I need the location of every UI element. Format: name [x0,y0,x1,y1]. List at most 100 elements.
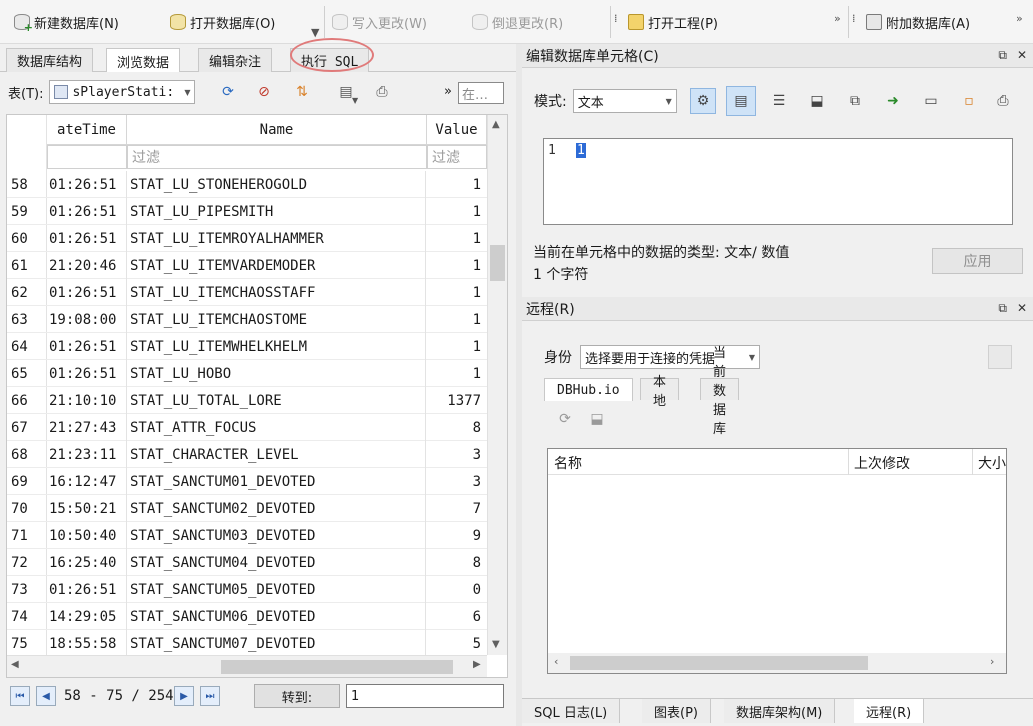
table-row[interactable]: 75 18:55:58 STAT_SANCTUM07_DEVOTED 5 [7,630,487,657]
cell-value[interactable]: 8 [427,414,485,441]
cell-name[interactable]: STAT_SANCTUM07_DEVOTED [128,630,426,657]
export-icon[interactable]: ➜ [878,86,908,116]
cell-value[interactable]: 3 [427,468,485,495]
scroll-down-icon[interactable]: ▼ [492,639,500,650]
import-icon[interactable]: ⬓ [802,86,832,116]
table-row[interactable]: 64 01:26:51 STAT_LU_ITEMWHELKHELM 1 [7,333,487,360]
tab-edit-pragmas[interactable]: 编辑杂注 [198,48,273,72]
cell-datetime[interactable]: 21:27:43 [49,414,127,441]
cell-value[interactable]: 1 [427,252,485,279]
cell-name[interactable]: STAT_LU_ITEMWHELKHELM [128,333,426,360]
table-row[interactable]: 68 21:23:11 STAT_CHARACTER_LEVEL 3 [7,441,487,468]
open-database-dropdown-icon[interactable]: ▼ [311,26,319,39]
cell-value[interactable]: 1 [427,333,485,360]
cell-datetime[interactable]: 14:29:05 [49,603,127,630]
horizontal-scrollbar[interactable]: ◀ ▶ [7,655,487,677]
cell-datetime[interactable]: 16:12:47 [49,468,127,495]
push-database-icon[interactable]: ⬓ [588,410,606,428]
refresh-icon[interactable]: ⟳ [218,82,238,102]
copy-icon[interactable]: ⧉ [840,86,870,116]
clear-icon[interactable]: ▫ [954,86,984,116]
cell-datetime[interactable]: 19:08:00 [49,306,127,333]
tab-database-structure[interactable]: 数据库结构 [6,48,94,72]
save-dropdown-icon[interactable]: ▼ [352,96,358,105]
cell-value[interactable]: 1377 [427,387,485,414]
cell-name[interactable]: STAT_SANCTUM06_DEVOTED [128,603,426,630]
table-row[interactable]: 72 16:25:40 STAT_SANCTUM04_DEVOTED 8 [7,549,487,576]
scroll-left-icon[interactable]: ‹ [554,655,558,668]
cell-datetime[interactable]: 01:26:51 [49,576,127,603]
search-input[interactable]: 在… [458,82,504,104]
cell-name[interactable]: STAT_LU_ITEMCHAOSTOME [128,306,426,333]
cell-name[interactable]: STAT_LU_HOBO [128,360,426,387]
cell-datetime[interactable]: 01:26:51 [49,333,127,360]
toolbar-overflow-icon[interactable]: » [834,12,841,25]
table-row[interactable]: 59 01:26:51 STAT_LU_PIPESMITH 1 [7,198,487,225]
set-null-icon[interactable]: ▭ [916,86,946,116]
cell-name[interactable]: STAT_SANCTUM03_DEVOTED [128,522,426,549]
tab-local[interactable]: 本地 [640,375,680,409]
cell-name[interactable]: STAT_SANCTUM04_DEVOTED [128,549,426,576]
toolbar-overflow-icon[interactable]: » [1016,12,1023,25]
new-database-button[interactable]: 新建数据库(N) [14,9,119,35]
column-header-last-modified[interactable]: 上次修改 [854,453,910,473]
column-header-name[interactable]: 名称 [554,453,582,473]
scroll-left-icon[interactable]: ◀ [11,659,19,670]
cell-datetime[interactable]: 21:10:10 [49,387,127,414]
table-row[interactable]: 58 01:26:51 STAT_LU_STONEHEROGOLD 1 [7,171,487,198]
cell-value[interactable]: 1 [427,306,485,333]
table-row[interactable]: 73 01:26:51 STAT_SANCTUM05_DEVOTED 0 [7,576,487,603]
tab-dbhub[interactable]: DBHub.io [544,378,633,401]
table-row[interactable]: 67 21:27:43 STAT_ATTR_FOCUS 8 [7,414,487,441]
scroll-right-icon[interactable]: › [990,655,994,668]
scrollbar-thumb[interactable] [221,660,453,674]
cell-value[interactable]: 1 [427,171,485,198]
revert-changes-button[interactable]: 倒退更改(R) [472,9,563,35]
mode-select[interactable]: 文本 ▼ [572,89,677,113]
tab-db-schema[interactable]: 数据库架构(M) [724,699,836,723]
cell-name[interactable]: STAT_SANCTUM02_DEVOTED [128,495,426,522]
open-database-button[interactable]: 打开数据库(O) [170,9,275,35]
table-row[interactable]: 66 21:10:10 STAT_LU_TOTAL_LORE 1377 [7,387,487,414]
cell-name[interactable]: STAT_LU_TOTAL_LORE [128,387,426,414]
column-header-datetime[interactable]: ateTime [47,115,127,145]
scrollbar-thumb[interactable] [490,245,505,281]
cell-name[interactable]: STAT_LU_ITEMROYALHAMMER [128,225,426,252]
float-panel-icon[interactable]: ⧉ [998,301,1007,316]
cell-datetime[interactable]: 15:50:21 [49,495,127,522]
filter-name-input[interactable]: 过滤 [127,145,427,169]
print-icon[interactable]: ⎙ [372,82,392,102]
table-row[interactable]: 60 01:26:51 STAT_LU_ITEMROYALHAMMER 1 [7,225,487,252]
table-select[interactable]: sPlayerStati: ▼ [49,80,196,104]
cell-name[interactable]: STAT_CHARACTER_LEVEL [128,441,426,468]
cell-name[interactable]: STAT_LU_ITEMVARDEMODER [128,252,426,279]
open-project-button[interactable]: 打开工程(P) [628,9,718,35]
identity-select[interactable]: 选择要用于连接的凭据 ▼ [580,345,760,369]
cell-datetime[interactable]: 21:20:46 [49,252,127,279]
cell-name[interactable]: STAT_LU_PIPESMITH [128,198,426,225]
cell-name[interactable]: STAT_ATTR_FOCUS [128,414,426,441]
indent-icon[interactable]: ☰ [764,86,794,116]
goto-button[interactable]: 转到: [254,684,340,708]
cell-datetime[interactable]: 01:26:51 [49,171,127,198]
previous-page-icon[interactable]: ◀ [36,686,56,706]
cell-datetime[interactable]: 21:23:11 [49,441,127,468]
filter-datetime-input[interactable] [47,145,127,169]
pane-splitter[interactable] [516,44,522,726]
first-page-icon[interactable]: ⏮ [10,686,30,706]
tab-sql-log[interactable]: SQL 日志(L) [522,699,621,723]
scrollbar-thumb[interactable] [570,656,868,670]
cell-value[interactable]: 6 [427,603,485,630]
table-row[interactable]: 61 21:20:46 STAT_LU_ITEMVARDEMODER 1 [7,252,487,279]
table-row[interactable]: 70 15:50:21 STAT_SANCTUM02_DEVOTED 7 [7,495,487,522]
cell-value[interactable]: 1 [427,360,485,387]
auto-switch-mode-icon[interactable]: ⚙ [690,88,716,114]
identity-settings-icon[interactable] [988,345,1012,369]
scroll-up-icon[interactable]: ▲ [492,119,500,130]
tab-remote[interactable]: 远程(R) [854,699,925,723]
cell-editor-textarea[interactable]: 1 1 [543,138,1013,225]
table-row[interactable]: 63 19:08:00 STAT_LU_ITEMCHAOSTOME 1 [7,306,487,333]
table-row[interactable]: 65 01:26:51 STAT_LU_HOBO 1 [7,360,487,387]
table-row[interactable]: 71 10:50:40 STAT_SANCTUM03_DEVOTED 9 [7,522,487,549]
cell-datetime[interactable]: 10:50:40 [49,522,127,549]
